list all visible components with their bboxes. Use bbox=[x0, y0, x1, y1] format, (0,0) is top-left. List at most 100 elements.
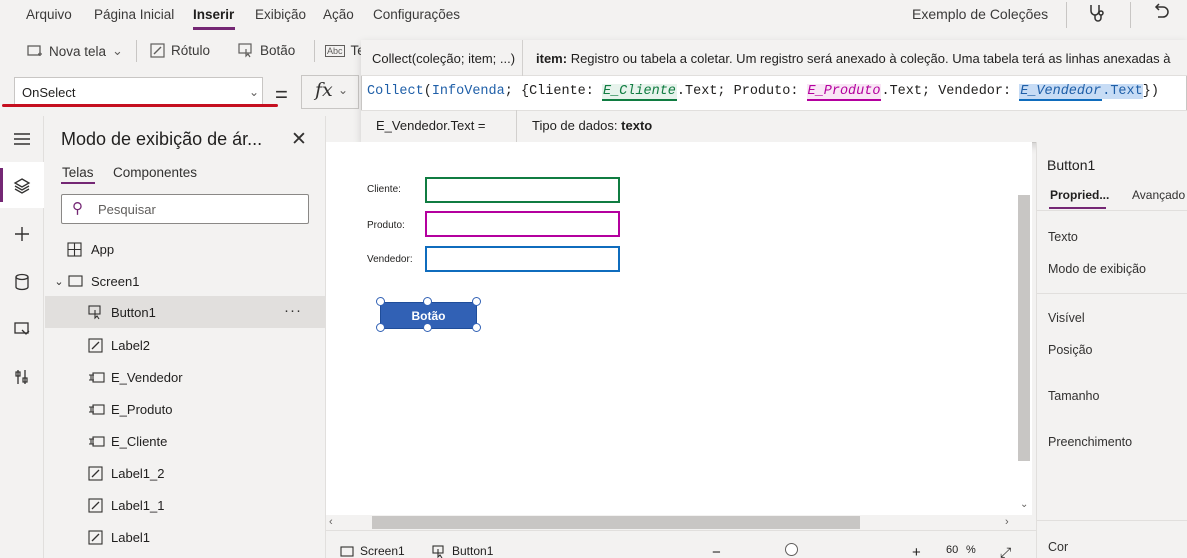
status-control-label: Button1 bbox=[452, 544, 494, 558]
prop-cor: Cor bbox=[1048, 540, 1069, 554]
divider bbox=[1036, 520, 1187, 521]
horizontal-scrollbar[interactable] bbox=[372, 516, 860, 529]
screen-icon bbox=[340, 545, 354, 557]
zoom-in-icon[interactable]: + bbox=[912, 544, 921, 558]
label-vendedor: Vendedor: bbox=[367, 254, 413, 265]
menu-configuracoes[interactable]: Configurações bbox=[373, 7, 460, 22]
property-dropdown-value: OnSelect bbox=[22, 85, 76, 100]
tree-node-e-produto[interactable]: E_Produto bbox=[45, 393, 325, 425]
menu-inserir[interactable]: Inserir bbox=[193, 7, 234, 22]
menu-acao[interactable]: Ação bbox=[323, 7, 354, 22]
vertical-scrollbar[interactable] bbox=[1018, 195, 1030, 461]
search-icon: ⚲ bbox=[72, 200, 83, 217]
menu-exibicao[interactable]: Exibição bbox=[255, 7, 306, 22]
tree-node-label: E_Vendedor bbox=[111, 369, 183, 385]
tree-node-label2[interactable]: Label2 bbox=[45, 329, 325, 361]
label-produto: Produto: bbox=[367, 220, 405, 231]
divider bbox=[136, 40, 137, 62]
tab-propriedades[interactable]: Propried... bbox=[1050, 188, 1109, 202]
label-cliente: Cliente: bbox=[367, 184, 401, 195]
close-icon[interactable]: ✕ bbox=[291, 128, 307, 151]
label-button[interactable]: Rótulo bbox=[150, 43, 210, 58]
button1-text: Botão bbox=[411, 308, 446, 323]
rail-active-indicator bbox=[0, 168, 3, 202]
resize-handle[interactable] bbox=[423, 297, 432, 306]
formula-field: Cliente bbox=[529, 84, 586, 99]
tree-view-title: Modo de exibição de ár... bbox=[61, 129, 263, 149]
menu-arquivo[interactable]: Arquivo bbox=[26, 7, 72, 22]
tree-node-label: App bbox=[91, 241, 115, 257]
resize-handle[interactable] bbox=[423, 323, 432, 332]
tree-node-e-vendedor[interactable]: E_Vendedor bbox=[45, 361, 325, 393]
resize-handle[interactable] bbox=[472, 297, 481, 306]
tree-node-screen1[interactable]: ⌄ Screen1 bbox=[45, 265, 325, 297]
tree-node-button1[interactable]: Button1 bbox=[45, 296, 325, 328]
zoom-out-icon[interactable]: − bbox=[712, 544, 721, 558]
scroll-left-icon[interactable]: ‹ bbox=[329, 516, 333, 528]
result-type-value: texto bbox=[621, 118, 653, 133]
fullscreen-icon[interactable]: ⤢ bbox=[1000, 544, 1011, 558]
tree-node-label: Label2 bbox=[111, 337, 151, 353]
layers-icon[interactable] bbox=[8, 172, 36, 200]
status-control[interactable]: Button1 bbox=[432, 544, 493, 558]
e-vendedor-input[interactable] bbox=[425, 246, 620, 272]
resize-handle[interactable] bbox=[376, 297, 385, 306]
app-grid-icon bbox=[67, 241, 82, 257]
scroll-down-icon[interactable]: ⌄ bbox=[1020, 499, 1028, 510]
zoom-slider-thumb[interactable] bbox=[785, 543, 798, 556]
resize-handle[interactable] bbox=[376, 323, 385, 332]
zoom-level: 60 bbox=[946, 544, 959, 556]
tree-node-label: E_Cliente bbox=[111, 433, 168, 449]
tab-active-underline bbox=[61, 182, 95, 184]
result-type: Tipo de dados: texto bbox=[532, 118, 652, 133]
status-screen[interactable]: Screen1 bbox=[340, 544, 405, 558]
menu-pagina-inicial[interactable]: Página Inicial bbox=[94, 7, 174, 22]
tree-node-label: Label1 bbox=[111, 529, 151, 545]
tools-icon[interactable] bbox=[8, 363, 36, 391]
scroll-right-icon[interactable]: › bbox=[1005, 516, 1009, 528]
e-produto-input[interactable] bbox=[425, 211, 620, 237]
hamburger-icon[interactable] bbox=[8, 125, 36, 153]
plus-icon[interactable] bbox=[8, 220, 36, 248]
divider bbox=[1036, 293, 1187, 294]
tree-node-label1-2[interactable]: Label1_2 bbox=[45, 457, 325, 489]
parameter-hint: item: Registro ou tabela a coletar. Um r… bbox=[536, 51, 1170, 66]
tree-node-label: Label1_2 bbox=[111, 465, 165, 481]
text-input-icon bbox=[89, 403, 105, 415]
text-input-icon: Abc bbox=[325, 44, 345, 57]
prop-modo-exibicao: Modo de exibição bbox=[1048, 262, 1146, 276]
formula-function: Collect bbox=[367, 84, 424, 99]
new-screen-button[interactable]: Nova tela ⌄ bbox=[27, 43, 123, 59]
tree-node-e-cliente[interactable]: E_Cliente bbox=[45, 425, 325, 457]
formula-control-ref: E_Produto bbox=[806, 84, 882, 101]
formula-prop: Text bbox=[685, 84, 718, 99]
text-button[interactable]: Abc Te bbox=[325, 43, 365, 58]
selected-control-name: Button1 bbox=[1047, 157, 1096, 173]
divider bbox=[1036, 210, 1187, 211]
e-cliente-input[interactable] bbox=[425, 177, 620, 203]
stethoscope-icon[interactable] bbox=[1087, 3, 1107, 23]
tree-node-app[interactable]: App bbox=[45, 233, 325, 265]
button-control-icon bbox=[88, 304, 101, 319]
undo-icon[interactable] bbox=[1152, 3, 1170, 21]
tree-node-label1-1[interactable]: Label1_1 bbox=[45, 489, 325, 521]
media-icon[interactable] bbox=[8, 315, 36, 343]
tree-node-label1[interactable]: Label1 bbox=[45, 521, 325, 553]
tab-componentes[interactable]: Componentes bbox=[113, 165, 197, 180]
more-options-icon[interactable]: ··· bbox=[284, 302, 302, 319]
formula-input[interactable]: Collect(InfoVenda; {Cliente: E_Cliente.T… bbox=[367, 84, 1159, 101]
new-screen-label: Nova tela bbox=[49, 43, 107, 59]
resize-handle[interactable] bbox=[472, 323, 481, 332]
new-screen-icon bbox=[27, 45, 42, 56]
chevron-down-icon: ⌄ bbox=[54, 275, 64, 288]
formula-field: Vendedor bbox=[938, 84, 1003, 99]
label-control-icon bbox=[88, 465, 103, 481]
tab-avancado[interactable]: Avançado bbox=[1132, 188, 1185, 202]
text-input-icon bbox=[89, 435, 105, 447]
hint-text: Registro ou tabela a coletar. Um registr… bbox=[570, 51, 1171, 66]
tab-telas[interactable]: Telas bbox=[62, 165, 94, 180]
fx-icon: fx bbox=[315, 79, 333, 101]
database-icon[interactable] bbox=[8, 268, 36, 296]
divider bbox=[516, 110, 517, 142]
button-button[interactable]: Botão bbox=[238, 43, 295, 58]
